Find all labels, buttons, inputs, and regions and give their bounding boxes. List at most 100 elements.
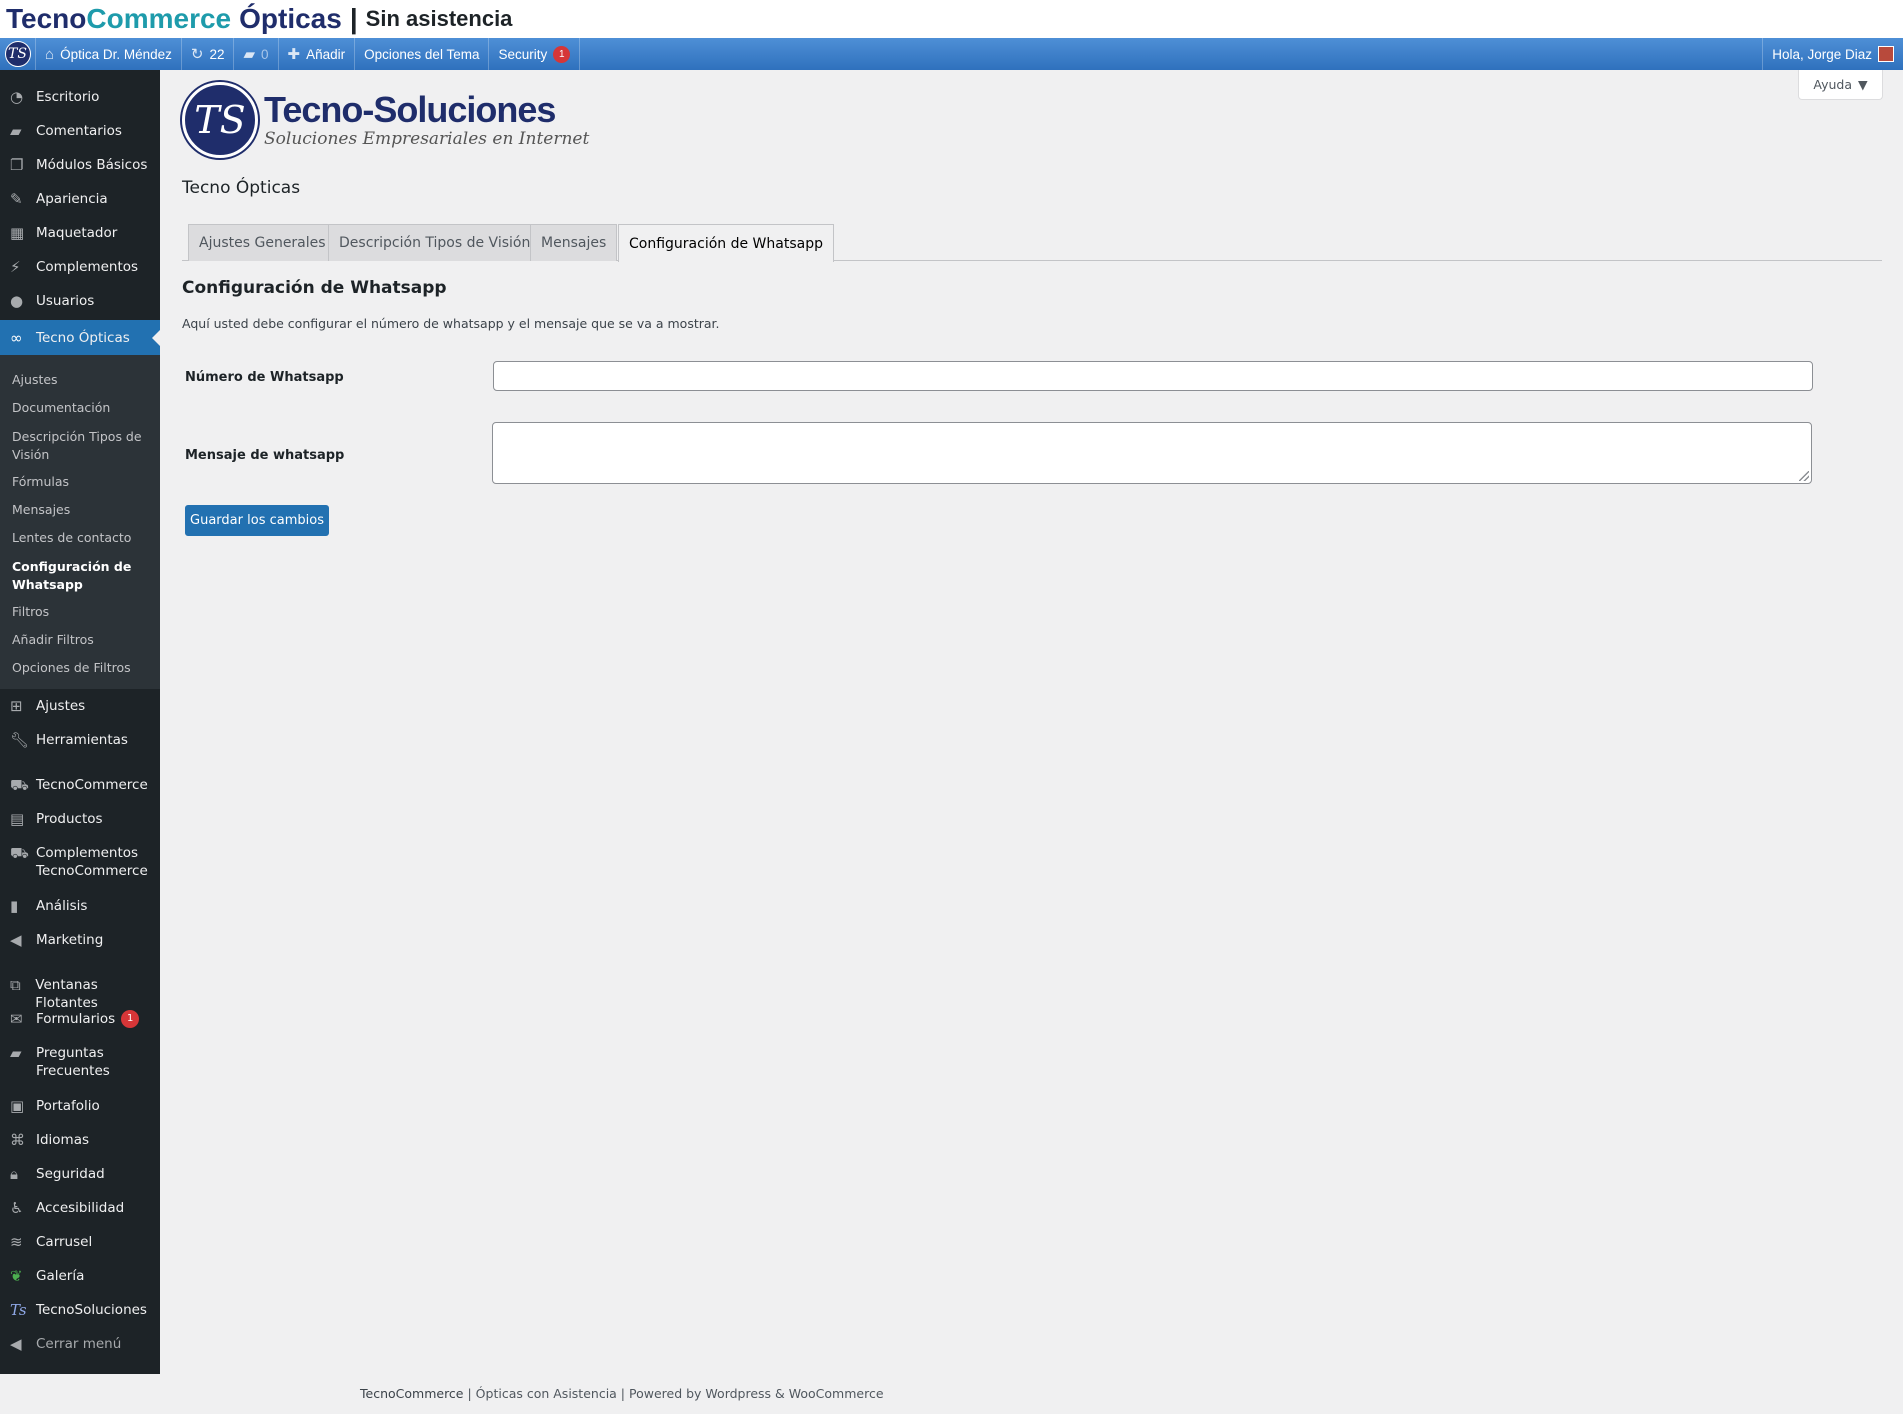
sidebar-item-analisis[interactable]: ▮ Análisis bbox=[0, 897, 160, 915]
submenu-item-lentes-contacto[interactable]: Lentes de contacto bbox=[12, 529, 156, 547]
translate-icon: ⌘ bbox=[10, 1131, 25, 1149]
sidebar-item-apariencia[interactable]: ✎ Apariencia bbox=[0, 190, 160, 208]
main-content: Ayuda ▼ TS Tecno-Soluciones Soluciones E… bbox=[160, 70, 1903, 1374]
sidebar-item-tecno-opticas[interactable]: ∞ Tecno Ópticas bbox=[0, 320, 160, 355]
sidebar-item-seguridad[interactable]: 🔒︎ Seguridad bbox=[0, 1165, 160, 1183]
tab-configuracion-whatsapp[interactable]: Configuración de Whatsapp bbox=[618, 224, 834, 262]
accessibility-icon: ♿︎ bbox=[10, 1199, 24, 1217]
sidebar-item-label: Carrusel bbox=[36, 1234, 93, 1250]
grid-icon: ▦ bbox=[10, 224, 25, 242]
add-new-link[interactable]: ✚ Añadir bbox=[279, 38, 356, 70]
resize-grip-icon[interactable] bbox=[1799, 471, 1809, 481]
mail-icon: ✉ bbox=[10, 1010, 23, 1028]
theme-options-label: Opciones del Tema bbox=[364, 46, 480, 62]
tab-descripcion-tipos-vision[interactable]: Descripción Tipos de Visión bbox=[328, 224, 542, 261]
updates-link[interactable]: ↻ 22 bbox=[182, 38, 235, 70]
sidebar-item-label: Escritorio bbox=[36, 89, 100, 105]
sidebar-item-label: Preguntas Frecuentes bbox=[36, 1045, 110, 1079]
sidebar-item-usuarios[interactable]: ● Usuarios bbox=[0, 292, 160, 310]
sidebar-item-marketing[interactable]: ◀ Marketing bbox=[0, 931, 160, 949]
sidebar-item-label: Comentarios bbox=[36, 123, 122, 139]
security-badge: 1 bbox=[553, 45, 571, 63]
submenu-item-descripcion-tipos-vision[interactable]: Descripción Tipos de Visión bbox=[12, 428, 156, 464]
submenu-item-filtros[interactable]: Filtros bbox=[12, 603, 156, 621]
sidebar-item-label: Apariencia bbox=[36, 191, 108, 207]
whatsapp-number-label: Número de Whatsapp bbox=[185, 370, 344, 385]
whatsapp-message-textarea[interactable] bbox=[492, 422, 1812, 484]
submenu-item-opciones-filtros[interactable]: Opciones de Filtros bbox=[12, 659, 156, 677]
submenu-item-configuracion-whatsapp[interactable]: Configuración de Whatsapp bbox=[12, 558, 156, 594]
sidebar-item-label: Usuarios bbox=[36, 293, 95, 309]
submenu-item-anadir-filtros[interactable]: Añadir Filtros bbox=[12, 631, 156, 649]
sidebar-item-label: Idiomas bbox=[36, 1132, 90, 1148]
cart-icon: ⛟ bbox=[10, 776, 29, 794]
sidebar-item-galeria[interactable]: ❦ Galería bbox=[0, 1267, 160, 1285]
tab-ajustes-generales[interactable]: Ajustes Generales bbox=[188, 224, 337, 261]
banner-mode: Sin asistencia bbox=[365, 6, 513, 31]
sidebar-item-comentarios[interactable]: ▰ Comentarios bbox=[0, 122, 160, 140]
help-button[interactable]: Ayuda ▼ bbox=[1798, 70, 1883, 100]
megaphone-icon: ◀ bbox=[10, 931, 22, 949]
sidebar-item-maquetador[interactable]: ▦ Maquetador bbox=[0, 224, 160, 242]
sidebar-item-label: Marketing bbox=[36, 932, 104, 948]
sidebar-item-label: Ventanas Flotantes bbox=[35, 977, 98, 1011]
security-link[interactable]: Security 1 bbox=[489, 38, 581, 70]
submenu-item-formulas[interactable]: Fórmulas bbox=[12, 473, 156, 491]
sidebar-item-tecnosoluciones[interactable]: Ts TecnoSoluciones bbox=[0, 1301, 160, 1319]
sidebar-item-herramientas[interactable]: 🔧︎ Herramientas bbox=[0, 731, 160, 749]
dashboard-icon: ◔ bbox=[10, 88, 24, 106]
sidebar-item-label: Portafolio bbox=[36, 1098, 100, 1114]
sidebar-item-label: TecnoSoluciones bbox=[36, 1302, 147, 1318]
account-menu[interactable]: Hola, Jorge Diaz bbox=[1762, 38, 1903, 70]
sidebar-item-tecnocommerce[interactable]: ⛟ TecnoCommerce bbox=[0, 776, 160, 794]
sidebar-item-accesibilidad[interactable]: ♿︎ Accesibilidad bbox=[0, 1199, 160, 1217]
section-title: Configuración de Whatsapp bbox=[182, 278, 447, 298]
chevron-down-icon: ▼ bbox=[1858, 77, 1868, 92]
sidebar-item-complementos[interactable]: ⚡ Complementos bbox=[0, 258, 160, 276]
sidebar-item-cerrar-menu[interactable]: ◀ Cerrar menú bbox=[0, 1335, 160, 1353]
sidebar-item-portafolio[interactable]: ▣ Portafolio bbox=[0, 1097, 160, 1115]
theme-options-link[interactable]: Opciones del Tema bbox=[355, 38, 490, 70]
sidebar-item-modulos-basicos[interactable]: ❐ Módulos Básicos bbox=[0, 156, 160, 174]
whatsapp-message-label: Mensaje de whatsapp bbox=[185, 448, 345, 463]
sidebar-item-label: Herramientas bbox=[36, 732, 128, 748]
save-button[interactable]: Guardar los cambios bbox=[185, 505, 329, 536]
sidebar-item-idiomas[interactable]: ⌘ Idiomas bbox=[0, 1131, 160, 1149]
sidebar-item-formularios[interactable]: ✉ Formularios 1 bbox=[0, 1010, 160, 1028]
glasses-icon: ∞ bbox=[10, 328, 23, 347]
sidebar-item-carrusel[interactable]: ≋ Carrusel bbox=[0, 1233, 160, 1251]
tab-mensajes[interactable]: Mensajes bbox=[530, 224, 618, 261]
comment-icon: ▰ bbox=[243, 46, 256, 63]
footer-mid[interactable]: Ópticas con Asistencia bbox=[476, 1386, 617, 1401]
submenu-item-documentacion[interactable]: Documentación bbox=[12, 399, 156, 417]
security-label: Security bbox=[498, 46, 548, 62]
settings-tabs: Ajustes Generales Descripción Tipos de V… bbox=[182, 224, 1882, 262]
home-icon: ⌂ bbox=[45, 45, 55, 63]
sidebar-item-ventanas-flotantes[interactable]: ⧉ Ventanas Flotantes bbox=[0, 976, 160, 1012]
comments-icon: ▰ bbox=[10, 122, 22, 140]
sidebar-item-label: Formularios bbox=[36, 1011, 116, 1027]
submenu-item-ajustes[interactable]: Ajustes bbox=[12, 371, 156, 389]
site-name-link[interactable]: ⌂ Óptica Dr. Méndez bbox=[36, 38, 182, 70]
admin-bar-logo[interactable]: TS bbox=[0, 38, 36, 70]
sidebar-item-label: Complementos TecnoCommerce bbox=[36, 845, 148, 879]
comments-link[interactable]: ▰ 0 bbox=[234, 38, 279, 70]
footer-brand[interactable]: TecnoCommerce bbox=[360, 1386, 464, 1401]
sidebar-item-productos[interactable]: ▤ Productos bbox=[0, 810, 160, 828]
avatar bbox=[1878, 46, 1894, 62]
sidebar-item-preguntas-frecuentes[interactable]: ▰ Preguntas Frecuentes bbox=[0, 1044, 160, 1080]
lock-icon: 🔒︎ bbox=[10, 1165, 18, 1183]
popup-icon: ⧉ bbox=[10, 976, 21, 994]
archive-icon: ▤ bbox=[10, 810, 25, 828]
sidebar-item-ajustes[interactable]: ⊞ Ajustes bbox=[0, 697, 160, 715]
admin-sidebar: ◔ Escritorio ▰ Comentarios ❐ Módulos Bás… bbox=[0, 70, 160, 1374]
sidebar-item-label: Ajustes bbox=[36, 698, 86, 714]
whatsapp-number-input[interactable] bbox=[493, 361, 1813, 391]
company-logo: TS Tecno-Soluciones Soluciones Empresari… bbox=[182, 82, 589, 158]
sidebar-item-label: Productos bbox=[36, 811, 103, 827]
section-description: Aquí usted debe configurar el número de … bbox=[182, 316, 720, 331]
submenu-item-mensajes[interactable]: Mensajes bbox=[12, 501, 156, 519]
refresh-icon: ↻ bbox=[190, 46, 204, 63]
sidebar-item-escritorio[interactable]: ◔ Escritorio bbox=[0, 88, 160, 106]
sidebar-item-complementos-tecnocommerce[interactable]: ⛟ Complementos TecnoCommerce bbox=[0, 844, 160, 880]
